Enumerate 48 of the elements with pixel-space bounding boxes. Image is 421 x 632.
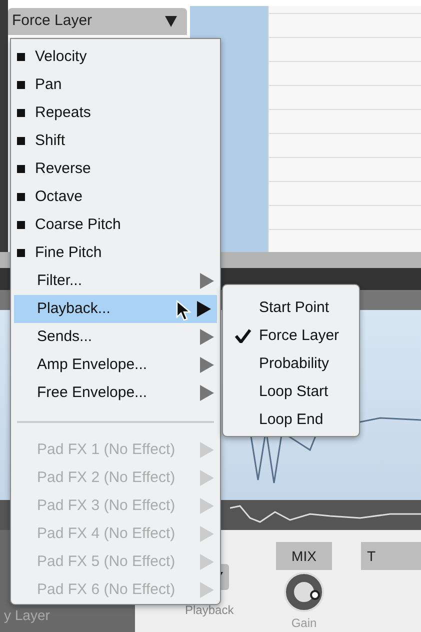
submenu-arrow-icon — [200, 582, 214, 598]
submenu-item[interactable]: Loop Start — [223, 378, 359, 406]
submenu-arrow-icon — [200, 526, 214, 542]
submenu-item[interactable]: Force Layer — [223, 322, 359, 350]
submenu-arrow-icon — [200, 554, 214, 570]
mode-label: Playback — [185, 603, 235, 617]
bullet-icon — [17, 193, 25, 201]
column-header: T — [361, 542, 421, 570]
knob-label: Gain — [291, 615, 317, 632]
bullet-icon — [17, 137, 25, 145]
menu-item[interactable]: Fine Pitch — [11, 239, 220, 267]
column-header: MIX — [276, 542, 332, 570]
menu-item[interactable]: Sends... — [11, 323, 220, 351]
submenu-item[interactable]: Loop End — [223, 406, 359, 434]
submenu-arrow-icon — [200, 357, 214, 373]
menu-item[interactable]: Playback... — [14, 295, 217, 323]
checkmark-icon — [235, 329, 251, 343]
menu-item[interactable]: Pan — [11, 71, 220, 99]
menu-item[interactable]: Amp Envelope... — [11, 351, 220, 379]
submenu-arrow-icon — [200, 273, 214, 289]
menu-item[interactable]: Repeats — [11, 99, 220, 127]
bullet-icon — [17, 81, 25, 89]
knob-icon[interactable] — [282, 570, 326, 614]
menu-item[interactable]: Filter... — [11, 267, 220, 295]
bullet-icon — [17, 109, 25, 117]
dropdown-value: Force Layer — [12, 11, 92, 32]
layer-label: y Layer — [3, 606, 50, 625]
menu-item[interactable]: Reverse — [11, 155, 220, 183]
menu-item[interactable]: Free Envelope... — [11, 379, 220, 407]
menu-item[interactable]: Velocity — [11, 43, 220, 71]
dropdown[interactable]: Force Layer — [8, 8, 187, 35]
bullet-icon — [17, 53, 25, 61]
bullet-icon — [17, 165, 25, 173]
bullet-icon — [17, 221, 25, 229]
menu-item[interactable]: Shift — [11, 127, 220, 155]
submenu-arrow-icon — [200, 385, 214, 401]
submenu-item[interactable]: Probability — [223, 350, 359, 378]
mouse-pointer-icon — [176, 300, 192, 322]
submenu-arrow-icon — [200, 442, 214, 458]
submenu-item[interactable]: Start Point — [223, 294, 359, 322]
dropdown-arrow-icon — [165, 16, 177, 27]
menu-item[interactable]: Octave — [11, 183, 220, 211]
menu-item[interactable]: Coarse Pitch — [11, 211, 220, 239]
submenu-arrow-icon — [197, 301, 211, 317]
submenu-arrow-icon — [200, 329, 214, 345]
submenu-arrow-icon — [200, 498, 214, 514]
bullet-icon — [17, 249, 25, 257]
submenu-arrow-icon — [200, 470, 214, 486]
